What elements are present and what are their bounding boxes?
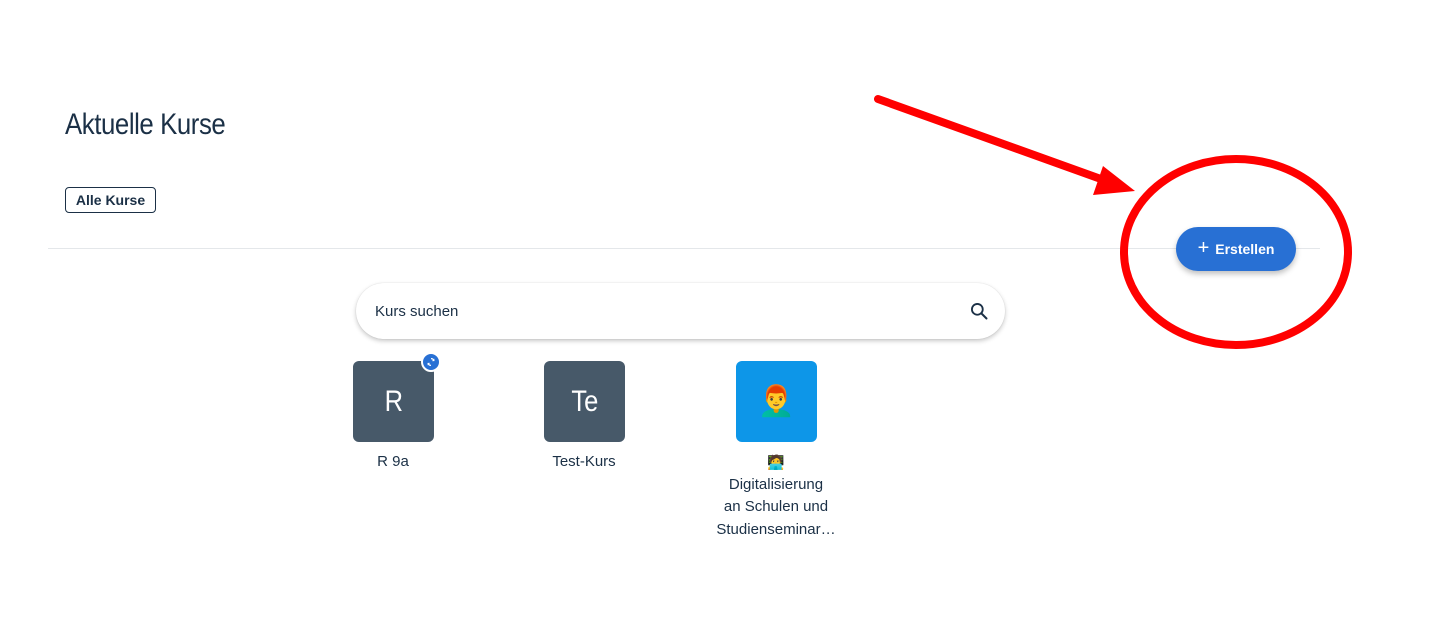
course-name[interactable]: R 9a bbox=[313, 451, 473, 474]
course-name-line: Digitalisierung bbox=[728, 475, 824, 493]
annotation-arrowhead-icon bbox=[1093, 166, 1135, 195]
search-input[interactable] bbox=[373, 301, 937, 321]
plus-icon: + bbox=[1197, 237, 1210, 259]
course-tile-digitalisierung[interactable]: 👨‍🦰 bbox=[736, 361, 817, 442]
divider bbox=[48, 248, 1320, 249]
create-button[interactable]: + Erstellen bbox=[1176, 227, 1296, 271]
search-bar bbox=[356, 283, 1005, 339]
course-name-line: an Schulen und bbox=[723, 498, 829, 515]
course-name[interactable]: Test-Kurs bbox=[504, 451, 664, 474]
course-initials: Te bbox=[571, 384, 598, 418]
annotation-arrow-icon bbox=[874, 95, 1116, 187]
course-tile-r-9a[interactable]: R bbox=[353, 361, 434, 442]
search-icon[interactable] bbox=[969, 301, 989, 321]
course-name-emoji: 🧑‍💻 bbox=[767, 454, 785, 470]
tab-all-courses[interactable]: Alle Kurse bbox=[65, 187, 156, 213]
course-tile-test-kurs[interactable]: Te bbox=[544, 361, 625, 442]
sync-icon bbox=[421, 352, 441, 372]
create-button-label: Erstellen bbox=[1215, 241, 1275, 257]
course-emoji: 👨‍🦰 bbox=[757, 385, 796, 418]
course-name-line: Studienseminar… bbox=[716, 520, 836, 538]
page-title: Aktuelle Kurse bbox=[65, 108, 226, 141]
course-name[interactable]: 🧑‍💻 Digitalisierung an Schulen und Studi… bbox=[696, 451, 856, 541]
course-initials: R bbox=[384, 384, 403, 418]
